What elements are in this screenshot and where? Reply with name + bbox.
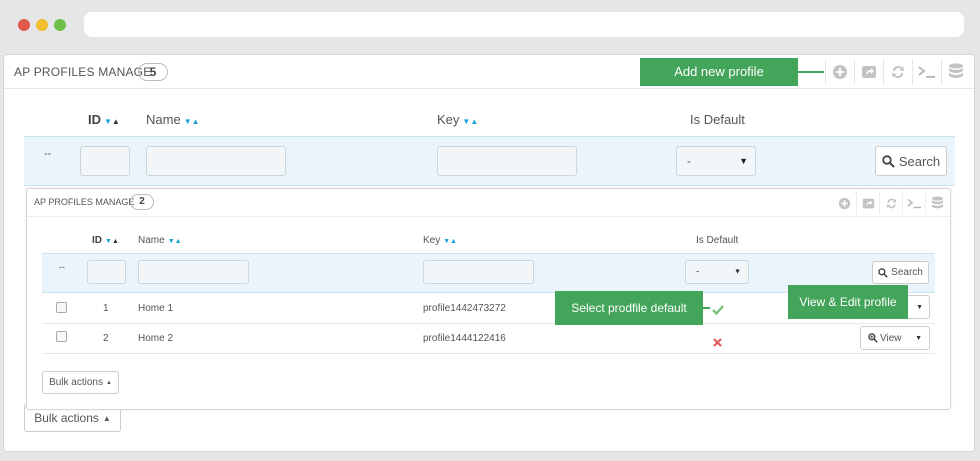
minimize-window-dot[interactable] bbox=[36, 19, 48, 31]
sort-arrows-icon[interactable]: ▼▲ bbox=[105, 235, 119, 246]
count-badge: 5 bbox=[138, 63, 168, 81]
close-window-dot[interactable] bbox=[18, 19, 30, 31]
search-button-label: Search bbox=[898, 153, 941, 169]
inner-bulk-actions-label: Bulk actions bbox=[49, 377, 103, 388]
column-header-key[interactable]: Key ▼▲ bbox=[437, 112, 478, 127]
inner-panel-title: AP PROFILES MANAGE bbox=[34, 197, 135, 207]
column-header-name-label: Name bbox=[146, 112, 181, 127]
row-name: Home 2 bbox=[138, 333, 174, 344]
inner-panel-heading: AP PROFILES MANAGE 2 bbox=[27, 189, 950, 217]
column-header-is-default: Is Default bbox=[690, 112, 745, 127]
column-header-id-label: ID bbox=[88, 112, 101, 127]
inner-filter-default-select[interactable]: - ▼ bbox=[685, 260, 749, 284]
inner-filter-id-input[interactable] bbox=[87, 260, 126, 284]
inner-search-button-label: Search bbox=[891, 267, 923, 278]
inner-column-header-key[interactable]: Key ▼▲ bbox=[423, 235, 457, 246]
column-header-name[interactable]: Name ▼▲ bbox=[146, 112, 200, 127]
cross-icon[interactable] bbox=[713, 334, 722, 352]
sort-arrows-icon[interactable]: ▼▲ bbox=[462, 112, 478, 127]
sort-arrows-icon[interactable]: ▼▲ bbox=[443, 235, 457, 246]
sql-query-icon[interactable] bbox=[912, 59, 941, 85]
sort-arrows-icon[interactable]: ▼▲ bbox=[104, 112, 120, 127]
inner-column-header-name[interactable]: Name ▼▲ bbox=[138, 235, 182, 246]
callout-connector bbox=[798, 71, 824, 73]
select-default-callout: Select prodfile default bbox=[555, 291, 703, 325]
address-bar[interactable] bbox=[84, 12, 964, 37]
filter-id-input[interactable] bbox=[80, 146, 130, 176]
sql-query-icon[interactable] bbox=[902, 191, 925, 215]
inner-count-badge: 2 bbox=[130, 194, 154, 210]
search-icon bbox=[878, 267, 888, 278]
inner-filter-key-input[interactable] bbox=[423, 260, 534, 284]
caret-down-icon: ▼ bbox=[916, 303, 923, 311]
row-name: Home 1 bbox=[138, 303, 174, 314]
row-key: profile1444122416 bbox=[423, 333, 506, 344]
row-id: 1 bbox=[103, 303, 109, 314]
refresh-icon[interactable] bbox=[883, 59, 912, 85]
maximize-window-dot[interactable] bbox=[54, 19, 66, 31]
row-key: profile1442473272 bbox=[423, 303, 506, 314]
row-id: 2 bbox=[103, 333, 109, 344]
add-icon[interactable] bbox=[825, 59, 854, 85]
caret-up-icon: ▲ bbox=[102, 413, 111, 423]
caret-down-icon: ▼ bbox=[739, 156, 748, 166]
filter-key-input[interactable] bbox=[437, 146, 577, 176]
inner-column-header-id-label: ID bbox=[92, 235, 102, 246]
filter-default-select-value: - bbox=[687, 154, 691, 168]
inner-filter-dashes: -- bbox=[59, 262, 65, 272]
inner-filter-default-select-value: - bbox=[696, 266, 700, 278]
panel-heading: AP PROFILES MANAGE 5 bbox=[4, 55, 974, 89]
inner-column-header-is-default: Is Default bbox=[696, 235, 739, 246]
sort-arrows-icon[interactable]: ▼▲ bbox=[168, 235, 182, 246]
column-header-id[interactable]: ID ▼▲ bbox=[88, 112, 120, 127]
search-button[interactable]: Search bbox=[875, 146, 947, 176]
inner-filter-name-input[interactable] bbox=[138, 260, 249, 284]
filter-default-select[interactable]: - ▼ bbox=[676, 146, 756, 176]
inner-column-header-name-label: Name bbox=[138, 235, 165, 246]
refresh-icon[interactable] bbox=[879, 191, 902, 215]
export-icon[interactable] bbox=[856, 191, 879, 215]
row-checkbox[interactable] bbox=[56, 331, 67, 342]
panel-title: AP PROFILES MANAGE bbox=[14, 65, 152, 79]
export-icon[interactable] bbox=[854, 59, 883, 85]
add-icon[interactable] bbox=[833, 191, 856, 215]
panel-toolbar bbox=[825, 59, 970, 85]
database-icon[interactable] bbox=[941, 59, 970, 85]
search-icon bbox=[882, 154, 895, 168]
row-view-label: View bbox=[880, 332, 902, 344]
browser-chrome bbox=[0, 0, 980, 52]
add-new-profile-callout: Add new profile bbox=[640, 58, 798, 86]
inner-column-header-id[interactable]: ID ▼▲ bbox=[92, 235, 119, 246]
sort-arrows-icon[interactable]: ▼▲ bbox=[184, 112, 200, 127]
row-checkbox[interactable] bbox=[56, 302, 67, 313]
row-view-button[interactable]: View ▼ bbox=[860, 326, 930, 350]
caret-down-icon: ▼ bbox=[734, 268, 741, 276]
callout-connector bbox=[703, 307, 710, 309]
filter-name-input[interactable] bbox=[146, 146, 286, 176]
inner-column-header-key-label: Key bbox=[423, 235, 441, 246]
caret-up-icon: ▲ bbox=[105, 379, 112, 386]
inner-search-button[interactable]: Search bbox=[872, 261, 929, 284]
bulk-actions-label: Bulk actions bbox=[34, 411, 99, 425]
check-icon[interactable] bbox=[712, 302, 724, 320]
zoom-in-icon bbox=[868, 333, 878, 343]
inner-bulk-actions-button[interactable]: Bulk actions ▲ bbox=[42, 371, 119, 394]
inner-panel-toolbar bbox=[833, 191, 948, 215]
filter-dashes: -- bbox=[44, 148, 52, 160]
view-edit-callout: View & Edit profile bbox=[788, 285, 908, 319]
database-icon[interactable] bbox=[925, 191, 948, 215]
caret-down-icon[interactable]: ▼ bbox=[915, 335, 922, 342]
column-header-key-label: Key bbox=[437, 112, 460, 127]
row-divider bbox=[42, 353, 935, 354]
row-divider bbox=[42, 323, 935, 324]
